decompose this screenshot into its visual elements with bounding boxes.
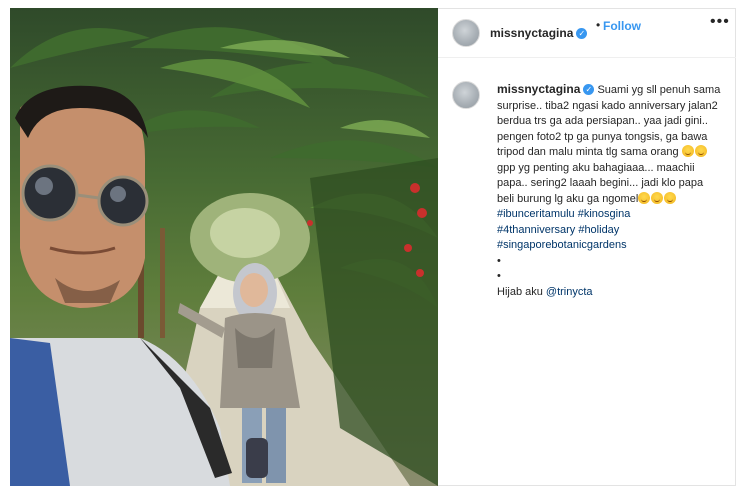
smiling-emoji: [664, 191, 677, 204]
man-figure: [10, 85, 232, 486]
header-separator: •: [596, 18, 601, 32]
caption-username-text[interactable]: missnyctagina: [497, 82, 580, 96]
verified-badge-icon: ✓: [576, 28, 588, 40]
caption-dots-2: •: [497, 270, 501, 282]
user-avatar[interactable]: [452, 19, 480, 47]
post-caption: missnyctagina ✓ Suami yg sll penuh sama s…: [497, 82, 722, 300]
header-username[interactable]: missnyctagina ✓: [490, 26, 588, 40]
follow-button[interactable]: Follow: [603, 19, 641, 33]
smiling-emoji: [651, 191, 664, 204]
caption-avatar[interactable]: [452, 81, 480, 109]
caption-dots-1: •: [497, 254, 501, 267]
photo-scene: [10, 27, 438, 486]
credit-prefix: Hijab aku: [497, 285, 546, 298]
header-username-text[interactable]: missnyctagina: [490, 26, 573, 40]
hashtag-line-2[interactable]: #4thanniversary #holiday: [497, 223, 722, 239]
post-photo[interactable]: [10, 8, 438, 486]
caption-username[interactable]: missnyctagina ✓: [497, 82, 595, 96]
more-options-icon[interactable]: •••: [710, 13, 730, 31]
hashtag-line-1[interactable]: #ibunceritamulu #kinosgina: [497, 207, 722, 223]
caption-credit: Hijab aku @trinycta: [497, 285, 722, 301]
hashtag-line-3[interactable]: #singaporebotanicgardens: [497, 238, 722, 254]
grinning-squint-emoji: [694, 145, 707, 157]
credit-mention[interactable]: @trinycta: [546, 286, 593, 298]
smiling-emoji: [638, 191, 651, 204]
verified-badge-icon: ✓: [583, 84, 595, 96]
grinning-squint-emoji: [681, 145, 694, 157]
post-header: missnyctagina ✓: [438, 8, 736, 58]
